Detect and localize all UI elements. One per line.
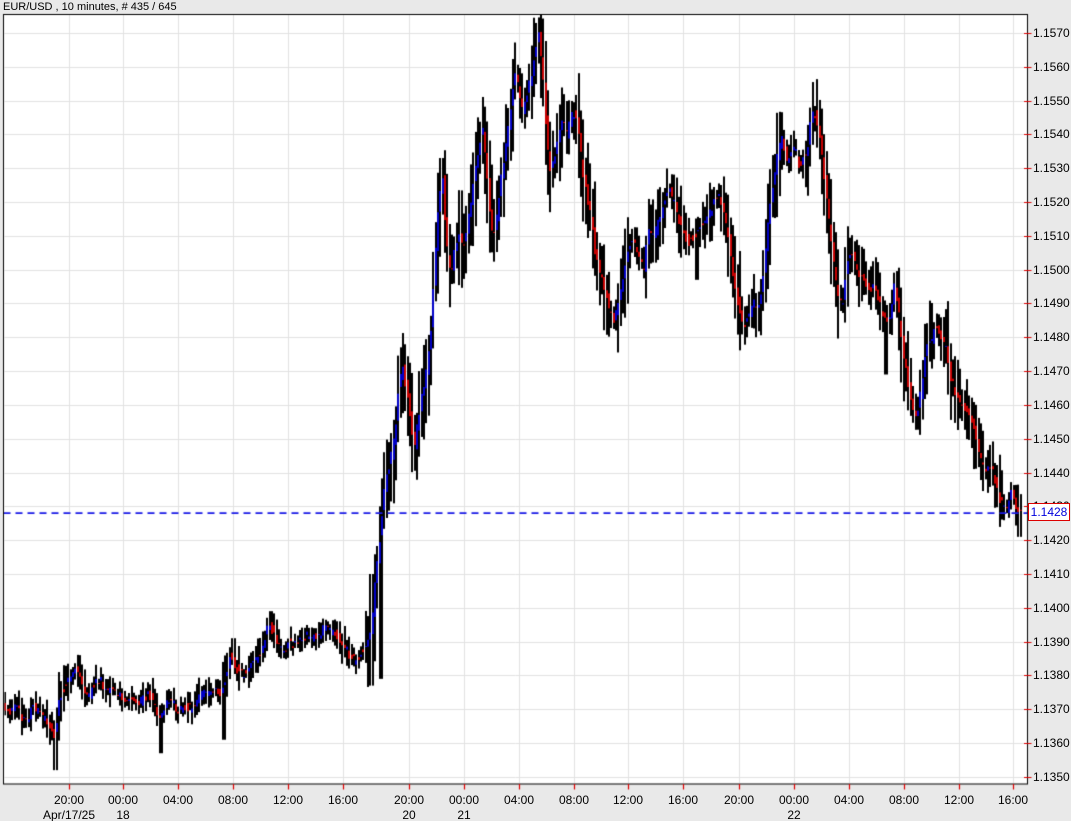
time-axis-label: 16:00 [321, 793, 365, 807]
price-axis-label: 1.1470 [1033, 364, 1071, 378]
chart-title: EUR/USD , 10 minutes, # 435 / 645 [3, 1, 177, 13]
time-axis-label: 12:00 [266, 793, 310, 807]
price-axis-label: 1.1480 [1033, 330, 1071, 344]
price-axis-label: 1.1450 [1033, 432, 1071, 446]
time-axis-label: 00:00 [442, 793, 486, 807]
price-axis-label: 1.1370 [1033, 702, 1071, 716]
price-axis-label: 1.1350 [1033, 770, 1071, 784]
price-axis-label: 1.1490 [1033, 296, 1071, 310]
time-axis-label: 04:00 [497, 793, 541, 807]
price-axis-label: 1.1420 [1033, 533, 1071, 547]
price-axis-label: 1.1400 [1033, 601, 1071, 615]
price-axis-label: 1.1550 [1033, 94, 1071, 108]
price-axis-label: 1.1380 [1033, 668, 1071, 682]
price-axis-label: 1.1570 [1033, 26, 1071, 40]
price-axis-label: 1.1500 [1033, 263, 1071, 277]
price-axis-label: 1.1560 [1033, 60, 1071, 74]
time-axis-label: 04:00 [827, 793, 871, 807]
date-label: 22 [757, 808, 831, 821]
price-axis-label: 1.1440 [1033, 466, 1071, 480]
price-axis-label: 1.1360 [1033, 736, 1071, 750]
chart-window: EUR/USD , 10 minutes, # 435 / 645 1.1570… [0, 0, 1071, 821]
time-axis-label: 08:00 [882, 793, 926, 807]
time-axis-label: 12:00 [606, 793, 650, 807]
price-chart-canvas [0, 0, 1071, 821]
time-axis-label: 08:00 [211, 793, 255, 807]
time-axis-label: 12:00 [937, 793, 981, 807]
time-axis-label: 00:00 [101, 793, 145, 807]
price-axis-label: 1.1530 [1033, 161, 1071, 175]
date-label: 21 [427, 808, 501, 821]
time-axis-label: 16:00 [661, 793, 705, 807]
last-price-box: 1.1428 [1028, 503, 1070, 521]
price-axis-label: 1.1540 [1033, 127, 1071, 141]
price-axis-label: 1.1410 [1033, 567, 1071, 581]
last-price-value: 1.1428 [1031, 505, 1068, 519]
time-axis-label: 00:00 [772, 793, 816, 807]
price-axis-label: 1.1460 [1033, 398, 1071, 412]
date-label: 18 [86, 808, 160, 821]
time-axis-label: 20:00 [47, 793, 91, 807]
time-axis-label: 04:00 [156, 793, 200, 807]
price-axis-label: 1.1520 [1033, 195, 1071, 209]
time-axis-label: 16:00 [991, 793, 1035, 807]
price-axis-label: 1.1510 [1033, 229, 1071, 243]
time-axis-label: 20:00 [717, 793, 761, 807]
time-axis-label: 20:00 [387, 793, 431, 807]
time-axis-label: 08:00 [552, 793, 596, 807]
price-axis-label: 1.1390 [1033, 635, 1071, 649]
